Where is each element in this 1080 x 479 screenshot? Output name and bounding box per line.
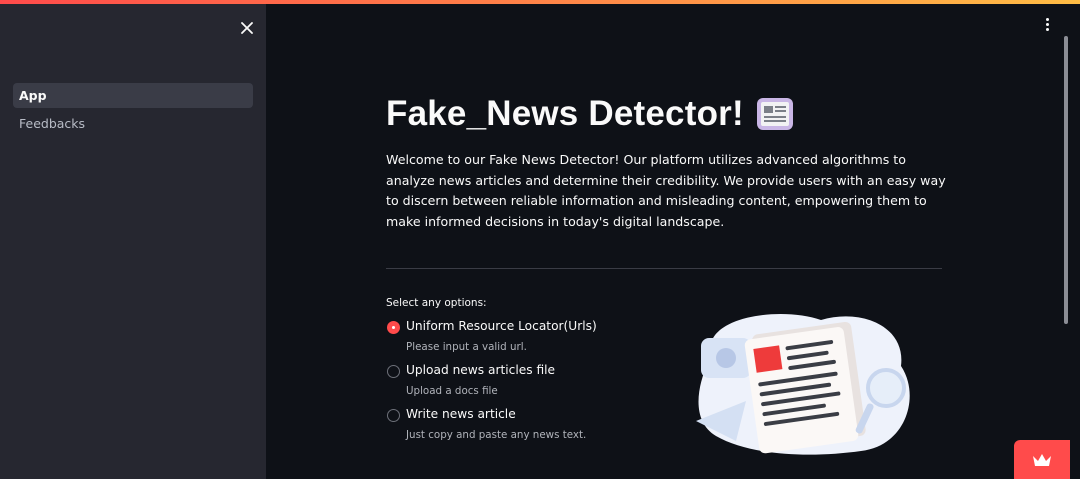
radio-option-label: Upload news articles file (406, 363, 556, 377)
sidebar: App Feedbacks (0, 4, 266, 479)
radio-option-caption: Just copy and paste any news text. (406, 429, 587, 441)
sidebar-item-label: App (19, 88, 47, 103)
page-title-row: Fake_News Detector! (386, 94, 794, 134)
options-radio-group: Uniform Resource Locator(Urls) Please in… (386, 319, 686, 451)
radio-button[interactable] (387, 409, 400, 422)
sidebar-close-button[interactable] (235, 16, 259, 40)
page-description: Welcome to our Fake News Detector! Our p… (386, 152, 946, 230)
sidebar-nav: App Feedbacks (13, 83, 253, 139)
radio-option-upload[interactable]: Upload news articles file Upload a docs … (386, 363, 686, 407)
sidebar-item-label: Feedbacks (19, 116, 86, 131)
section-divider (386, 268, 942, 269)
news-document-illustration (696, 314, 910, 455)
radio-option-caption: Please input a valid url. (406, 341, 527, 353)
radio-button[interactable] (387, 365, 400, 378)
main-content: Fake_News Detector! Welcome to our Fake … (266, 4, 1062, 479)
scrollbar-thumb[interactable] (1064, 36, 1068, 324)
radio-option-urls[interactable]: Uniform Resource Locator(Urls) Please in… (386, 319, 686, 363)
radio-option-label: Uniform Resource Locator(Urls) (406, 319, 597, 333)
crown-badge-button[interactable] (1014, 440, 1070, 479)
radio-option-write[interactable]: Write news article Just copy and paste a… (386, 407, 686, 451)
sidebar-item-feedbacks[interactable]: Feedbacks (13, 111, 253, 136)
radio-option-caption: Upload a docs file (406, 385, 498, 397)
crown-icon (1033, 453, 1051, 466)
radio-button-selected[interactable] (387, 321, 400, 334)
main-menu-button[interactable] (1039, 15, 1055, 33)
sidebar-item-app[interactable]: App (13, 83, 253, 108)
newspaper-icon (756, 98, 793, 130)
options-label: Select any options: (386, 297, 487, 309)
page-title: Fake_News Detector! (386, 94, 744, 133)
close-icon (241, 22, 253, 34)
vertical-ellipsis-icon (1045, 17, 1049, 21)
radio-option-label: Write news article (406, 407, 516, 421)
